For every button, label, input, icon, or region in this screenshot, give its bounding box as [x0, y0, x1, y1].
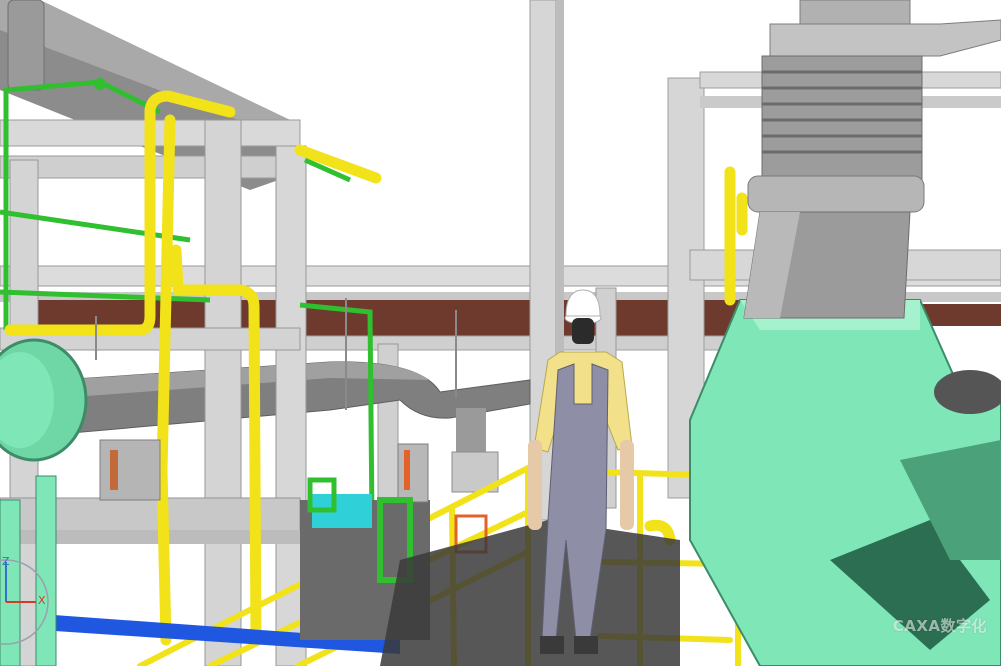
- green-pipe-valve[interactable]: [94, 78, 106, 90]
- x-axis-label: X: [38, 594, 46, 607]
- watermark-text: CAXA数字化: [892, 617, 987, 635]
- z-axis-label: Z: [2, 555, 10, 568]
- 3d-viewport[interactable]: Z X CAXA数字化: [0, 0, 1001, 666]
- axis-triad-widget[interactable]: Z X: [0, 548, 56, 656]
- plant-scene[interactable]: [0, 0, 1001, 666]
- mint-compressor-right[interactable]: [689, 299, 1001, 666]
